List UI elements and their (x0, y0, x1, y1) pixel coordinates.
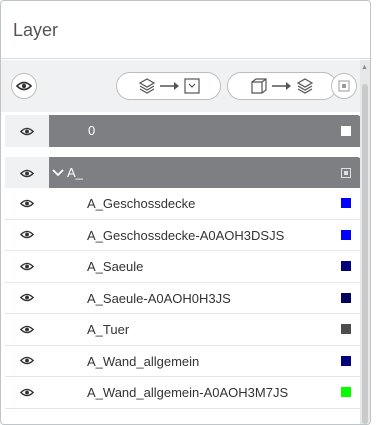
layer-name: A_Wand_allgemein-A0AOH3M7JS (87, 385, 289, 400)
layer-row[interactable]: A_Geschossdecke-A0AOH3DSJS (5, 219, 361, 251)
layer-toolbar (1, 60, 361, 112)
layer-row[interactable]: A_Saeule-A0AOH0H3JS (5, 282, 361, 314)
box-to-layers-button[interactable] (227, 72, 337, 100)
toggle-all-visibility-button[interactable] (11, 73, 37, 99)
layer-row[interactable]: A_Tuer (5, 314, 361, 346)
eye-icon (20, 199, 34, 208)
layer-color-swatch[interactable] (341, 324, 351, 334)
dropdown-box-icon (183, 78, 200, 94)
eye-icon (20, 325, 34, 334)
layer-name: A_Saeule-A0AOH0H3JS (87, 290, 231, 306)
layer-color-swatch[interactable] (341, 198, 351, 208)
group-0-name: 0 (88, 123, 96, 138)
eye-icon (20, 262, 34, 271)
square-dot-icon (338, 80, 350, 92)
layer-visibility-toggle[interactable] (5, 251, 49, 282)
layer-visibility-toggle[interactable] (5, 188, 49, 219)
layers-icon (296, 78, 314, 94)
layer-list: A_Geschossdecke A_Geschossdecke-A0AOH3DSJ… (5, 188, 361, 409)
extra-option-button[interactable] (331, 73, 357, 99)
chevron-down-icon[interactable] (52, 169, 64, 177)
arrow-right-icon (159, 82, 179, 90)
layer-color-swatch[interactable] (341, 292, 351, 303)
layer-name: A_Saeule (87, 259, 144, 274)
layer-color-swatch[interactable] (341, 387, 351, 397)
layer-color-swatch[interactable] (341, 229, 351, 240)
group-a-name: A_ (67, 165, 83, 180)
group-0-visibility-toggle[interactable] (5, 115, 49, 147)
layer-name: A_Geschossdecke-A0AOH3DSJS (87, 227, 285, 243)
layer-visibility-toggle[interactable] (5, 283, 49, 314)
eye-icon (20, 293, 34, 302)
layer-name: A_Geschossdecke (87, 196, 196, 211)
layer-group-a[interactable]: A_ (5, 157, 361, 189)
layers-icon (138, 78, 155, 94)
group-a-visibility-toggle[interactable] (5, 157, 49, 189)
layer-visibility-toggle[interactable] (5, 346, 49, 377)
layer-group-0[interactable]: 0 (5, 115, 361, 147)
vertical-scrollbar[interactable]: ▲ (360, 60, 370, 424)
layer-color-swatch[interactable] (341, 261, 351, 271)
eye-icon (16, 81, 32, 91)
eye-icon (20, 230, 34, 239)
layer-visibility-toggle[interactable] (5, 377, 49, 408)
group-0-color-swatch[interactable] (341, 126, 351, 136)
layer-name: A_Tuer (87, 322, 130, 337)
eye-icon (20, 169, 34, 177)
layer-color-swatch[interactable] (341, 355, 351, 366)
box-icon (251, 78, 267, 94)
layer-name: A_Wand_allgemein (87, 353, 200, 369)
panel-title: Layer (13, 20, 59, 40)
group-a-color-swatch[interactable] (341, 168, 351, 178)
layer-row[interactable]: A_Wand_allgemein-A0AOH3M7JS (5, 377, 361, 409)
layer-row[interactable]: A_Geschossdecke (5, 188, 361, 220)
layer-row[interactable]: A_Wand_allgemein (5, 345, 361, 377)
layers-to-dropdown-button[interactable] (116, 72, 221, 100)
layer-visibility-toggle[interactable] (5, 220, 49, 251)
eye-icon (20, 356, 34, 365)
arrow-right-icon (272, 82, 291, 90)
scroll-up-icon[interactable]: ▲ (361, 64, 368, 71)
layer-row[interactable]: A_Saeule (5, 251, 361, 283)
layer-panel: Layer 0 A_ A_Geschossdecke A_Geschossdec… (0, 0, 371, 425)
panel-header: Layer (1, 1, 370, 59)
eye-icon (20, 388, 34, 397)
eye-icon (20, 127, 34, 135)
scrollbar-thumb[interactable] (362, 84, 368, 424)
layer-visibility-toggle[interactable] (5, 314, 49, 345)
